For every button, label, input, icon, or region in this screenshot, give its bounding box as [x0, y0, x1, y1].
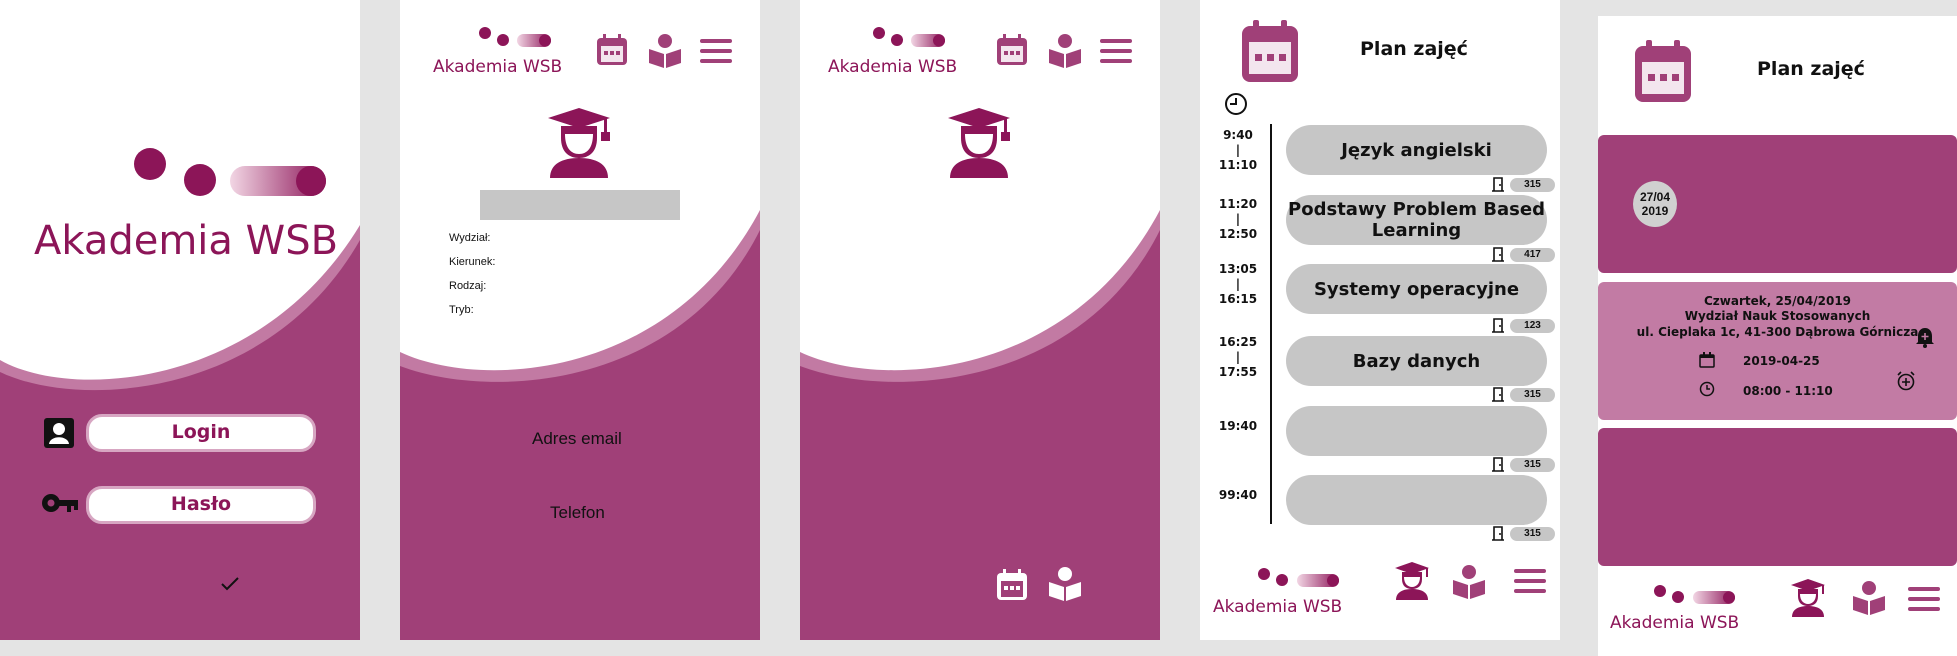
calendar-icon[interactable]	[1240, 18, 1300, 84]
schedule-slot[interactable]: Język angielski	[1286, 125, 1547, 175]
password-field[interactable]: Hasło	[86, 486, 316, 524]
header-wave	[0, 225, 360, 640]
email-label: Adres email	[532, 429, 622, 448]
calendar-icon	[1699, 352, 1715, 368]
room-badge: 315	[1510, 527, 1555, 541]
brand-name: Akademia WSB	[828, 57, 958, 77]
check-icon[interactable]	[220, 576, 240, 592]
slot-time: 11:20 | 12:50	[1218, 197, 1258, 241]
brand-name: Akademia WSB	[34, 218, 339, 264]
menu-icon[interactable]	[1100, 38, 1132, 64]
slot-time: 13:05 | 16:15	[1218, 262, 1258, 306]
user-icon	[44, 418, 74, 448]
header-wave	[400, 210, 760, 640]
address-line: ul. Cieplaka 1c, 41-300 Dąbrowa Górnicza	[1636, 325, 1919, 339]
wsb-logo	[1654, 585, 1735, 604]
field-label-type: Rodzaj:	[449, 280, 487, 292]
field-label-faculty: Wydział:	[449, 232, 491, 244]
login-screen: Akademia WSB Login Hasło	[0, 0, 360, 640]
book-reader-icon[interactable]	[1048, 33, 1082, 69]
room-badge: 417	[1510, 248, 1555, 262]
field-label-mode: Tryb:	[449, 304, 474, 316]
login-field[interactable]: Login	[86, 414, 316, 452]
brand-name: Akademia WSB	[1213, 597, 1343, 617]
calendar-icon[interactable]	[996, 568, 1028, 602]
empty-card[interactable]	[1598, 428, 1957, 566]
header-wave	[800, 210, 1160, 640]
schedule-slot[interactable]	[1286, 475, 1547, 525]
slot-time: 16:25 | 17:55	[1218, 335, 1258, 379]
slot-time: 99:40	[1218, 488, 1258, 502]
book-reader-icon[interactable]	[648, 33, 682, 69]
schedule-slot[interactable]: Bazy danych	[1286, 336, 1547, 386]
page-title: Plan zajęć	[1360, 38, 1468, 60]
schedule-slot[interactable]: Systemy operacyjne	[1286, 264, 1547, 314]
graduate-avatar-icon	[948, 108, 1010, 178]
door-icon	[1492, 526, 1504, 541]
graduate-icon[interactable]	[1394, 562, 1430, 600]
brand-name: Akademia WSB	[1610, 613, 1740, 633]
alarm-add-icon[interactable]	[1896, 371, 1916, 391]
calendar-icon[interactable]	[1633, 38, 1693, 104]
bell-add-icon[interactable]	[1914, 326, 1936, 348]
room-badge: 315	[1510, 388, 1555, 402]
door-icon	[1492, 247, 1504, 262]
wsb-logo	[873, 27, 945, 47]
field-label-major: Kierunek:	[449, 256, 496, 268]
book-reader-icon[interactable]	[1852, 580, 1886, 616]
name-placeholder-bar	[480, 190, 680, 220]
profile-screen: Akademia WSB Wydział: Kierunek: Rodzaj: …	[400, 0, 760, 640]
door-icon	[1492, 457, 1504, 472]
clock-icon	[1225, 93, 1247, 115]
home-screen: Akademia WSB	[800, 0, 1160, 640]
book-reader-icon[interactable]	[1048, 566, 1082, 602]
room-badge: 315	[1510, 458, 1555, 472]
time-value: 08:00 - 11:10	[1743, 384, 1833, 398]
slot-time: 9:40 | 11:10	[1218, 128, 1258, 172]
page-title: Plan zajęć	[1757, 58, 1865, 80]
phone-label: Telefon	[550, 503, 605, 522]
key-icon	[42, 494, 78, 512]
wsb-logo	[134, 148, 326, 196]
clock-icon	[1699, 381, 1715, 397]
schedule-slot[interactable]: Podstawy Problem Based Learning	[1286, 195, 1547, 245]
book-reader-icon[interactable]	[1452, 564, 1486, 600]
date-badge: 27/04 2019	[1633, 181, 1677, 227]
graduate-avatar-icon	[548, 108, 610, 178]
door-icon	[1492, 387, 1504, 402]
calendar-icon[interactable]	[996, 33, 1028, 67]
day-line: Czwartek, 25/04/2019	[1703, 294, 1852, 308]
graduate-icon[interactable]	[1790, 579, 1826, 617]
door-icon	[1492, 318, 1504, 333]
faculty-line: Wydział Nauk Stosowanych	[1684, 309, 1871, 323]
slot-time: 19:40	[1218, 419, 1258, 433]
timeline-line	[1270, 124, 1272, 524]
menu-icon[interactable]	[1908, 586, 1940, 612]
room-badge: 315	[1510, 178, 1555, 192]
menu-icon[interactable]	[1514, 568, 1546, 594]
schedule-screen	[1200, 0, 1560, 640]
wsb-logo	[1258, 568, 1339, 587]
date-value: 2019-04-25	[1743, 354, 1820, 368]
door-icon	[1492, 177, 1504, 192]
menu-icon[interactable]	[700, 38, 732, 64]
brand-name: Akademia WSB	[433, 57, 563, 77]
schedule-slot[interactable]	[1286, 406, 1547, 456]
wsb-logo	[479, 27, 551, 47]
calendar-icon[interactable]	[596, 33, 628, 67]
room-badge: 123	[1510, 319, 1555, 333]
